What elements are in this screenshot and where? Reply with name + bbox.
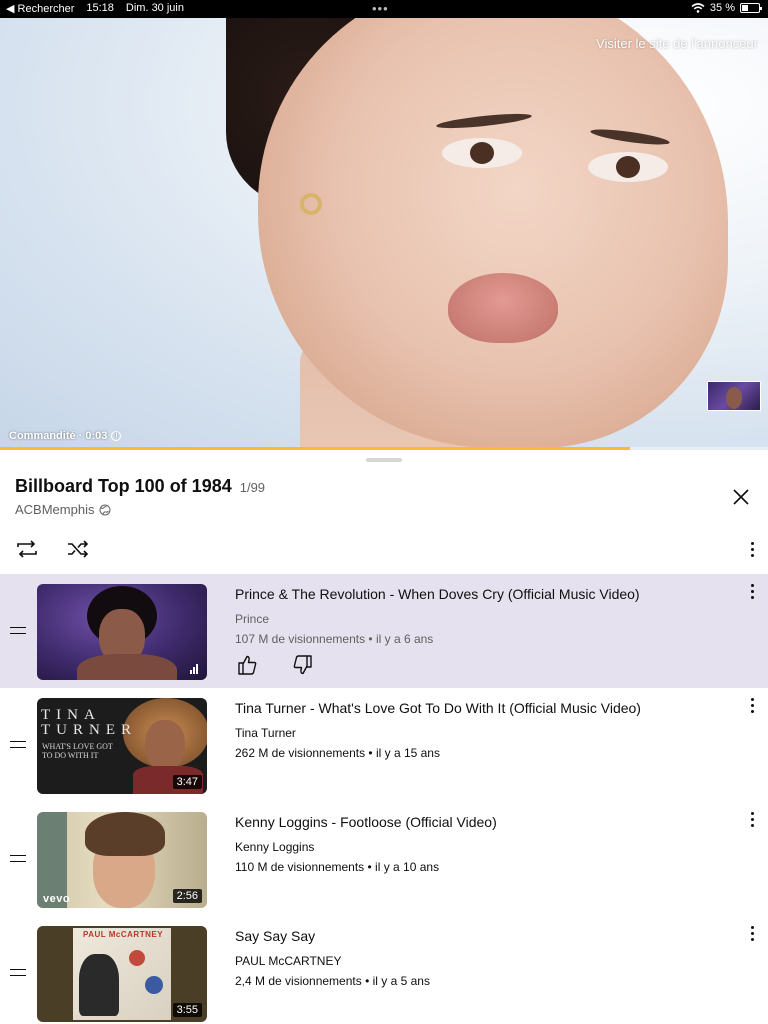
thumb-down-icon[interactable] — [292, 654, 314, 676]
vevo-logo: vevo — [43, 893, 71, 905]
ad-label: Commandité · 0:03 i — [9, 430, 122, 442]
video-frame-earring — [300, 193, 322, 215]
video-frame-eye — [588, 152, 668, 182]
playlist-owner-name[interactable]: ACBMemphis — [15, 502, 94, 517]
playlist-row[interactable]: vevo 2:56 Kenny Loggins - Footloose (Off… — [0, 802, 768, 916]
video-title[interactable]: Say Say Say — [235, 928, 725, 944]
playlist-panel: Billboard Top 100 of 1984 1/99 ACBMemphi… — [0, 450, 768, 1024]
now-playing-icon — [190, 664, 200, 674]
video-duration: 2:56 — [172, 889, 202, 903]
video-title[interactable]: Tina Turner - What's Love Got To Do With… — [235, 700, 725, 716]
drag-handle-icon[interactable] — [10, 627, 26, 634]
playlist-row-active[interactable]: Prince & The Revolution - When Doves Cry… — [0, 574, 768, 688]
ad-label-text: Commandité · 0:03 — [9, 430, 108, 442]
status-bar: ◀ Rechercher 15:18 Dim. 30 juin ••• 35 % — [0, 0, 768, 18]
thumbnail-text: PAUL McCARTNEY — [83, 930, 164, 939]
shuffle-icon[interactable] — [66, 538, 90, 560]
playlist-row[interactable]: PAUL McCARTNEY 3:55 Say Say Say PAUL McC… — [0, 916, 768, 1024]
playlist-title: Billboard Top 100 of 1984 — [15, 476, 232, 496]
info-icon[interactable]: i — [111, 431, 122, 441]
wifi-icon — [691, 3, 705, 13]
battery-percent: 35 % — [709, 2, 735, 14]
video-meta: 110 M de visionnements • il y a 10 ans — [235, 860, 440, 874]
video-player[interactable]: Visiter le site de l'annonceur Commandit… — [0, 18, 768, 450]
close-icon[interactable] — [730, 486, 752, 508]
playlist-header: Billboard Top 100 of 1984 1/99 — [15, 476, 265, 497]
playlist-more-icon[interactable] — [744, 538, 760, 560]
drag-handle-icon[interactable] — [10, 855, 26, 862]
loop-icon[interactable] — [15, 538, 39, 560]
video-channel: Prince — [235, 612, 270, 626]
video-frame-lips — [448, 273, 558, 343]
video-duration: 3:47 — [172, 775, 202, 789]
status-bar-right: 35 % — [691, 2, 762, 14]
thumbnail-text: TINA TURNER — [41, 707, 137, 738]
video-title[interactable]: Prince & The Revolution - When Doves Cry… — [235, 586, 725, 602]
video-thumbnail[interactable]: vevo 2:56 — [37, 812, 207, 908]
video-channel: PAUL McCARTNEY — [235, 954, 342, 968]
next-video-thumbnail[interactable] — [707, 381, 761, 411]
video-meta: 2,4 M de visionnements • il y a 5 ans — [235, 974, 430, 988]
video-channel: Tina Turner — [235, 726, 296, 740]
more-vert-icon[interactable] — [744, 808, 760, 830]
video-thumbnail[interactable] — [37, 584, 207, 680]
video-meta: 107 M de visionnements • il y a 6 ans — [235, 632, 434, 646]
thumbnail-subtext: WHAT'S LOVE GOT TO DO WITH IT — [42, 742, 113, 760]
drag-handle-icon[interactable] — [10, 741, 26, 748]
video-duration: 3:55 — [172, 1003, 202, 1017]
video-title[interactable]: Kenny Loggins - Footloose (Official Vide… — [235, 814, 725, 830]
status-date: Dim. 30 juin — [125, 2, 184, 14]
playlist-position: 1/99 — [239, 480, 266, 495]
status-time: 15:18 — [86, 2, 114, 14]
visit-advertiser-link[interactable]: Visiter le site de l'annonceur — [596, 36, 758, 51]
playlist-row[interactable]: TINA TURNER WHAT'S LOVE GOT TO DO WITH I… — [0, 688, 768, 802]
more-vert-icon[interactable] — [744, 580, 760, 602]
more-vert-icon[interactable] — [744, 922, 760, 944]
battery-icon — [740, 3, 762, 13]
video-meta: 262 M de visionnements • il y a 15 ans — [235, 746, 440, 760]
thumb-up-icon[interactable] — [236, 654, 258, 676]
video-channel: Kenny Loggins — [235, 840, 315, 854]
drag-handle-icon[interactable] — [10, 969, 26, 976]
video-thumbnail[interactable]: PAUL McCARTNEY 3:55 — [37, 926, 207, 1022]
video-frame-eye — [442, 138, 522, 168]
panel-grabber[interactable] — [366, 458, 402, 462]
status-bar-left: ◀ Rechercher 15:18 Dim. 30 juin — [6, 2, 184, 15]
back-to-search[interactable]: ◀ Rechercher — [6, 2, 74, 15]
video-thumbnail[interactable]: TINA TURNER WHAT'S LOVE GOT TO DO WITH I… — [37, 698, 207, 794]
globe-icon — [99, 504, 111, 515]
multitasking-dots[interactable]: ••• — [372, 1, 389, 16]
more-vert-icon[interactable] — [744, 694, 760, 716]
playlist-owner: ACBMemphis — [15, 502, 111, 517]
